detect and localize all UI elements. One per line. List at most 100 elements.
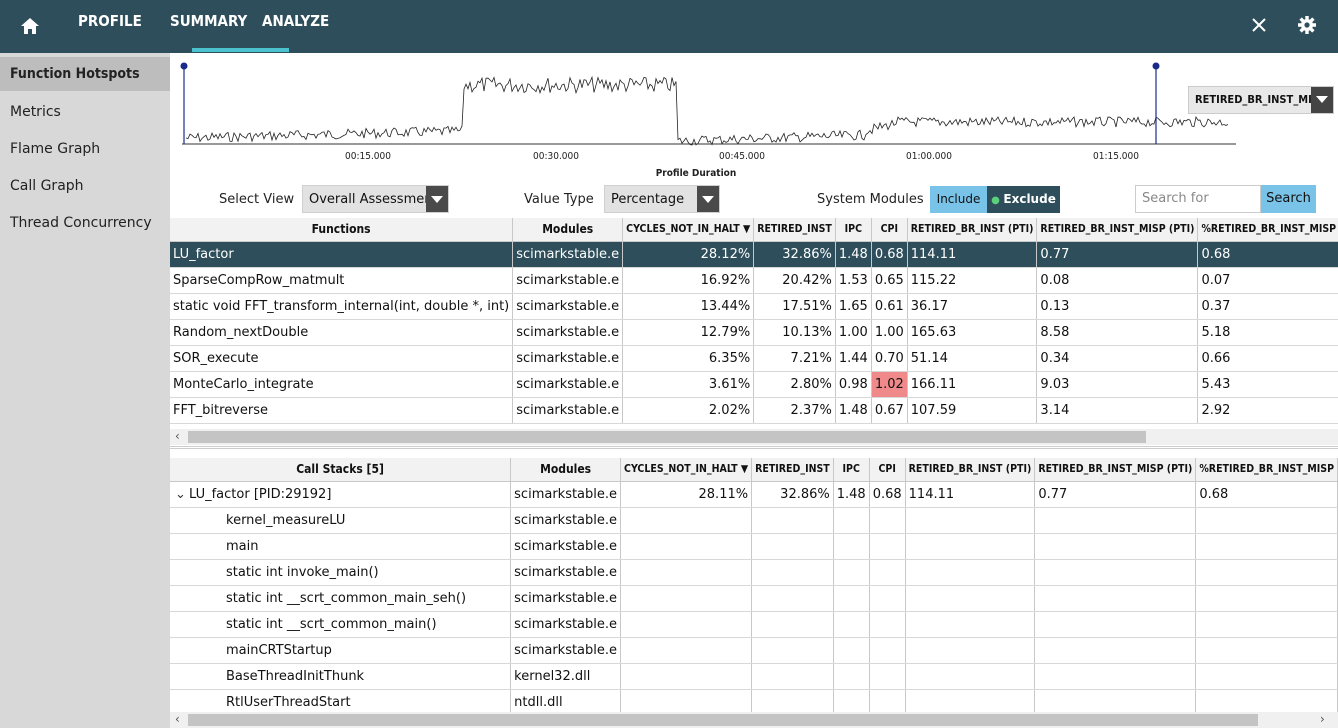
- search-input[interactable]: Search for functio...: [1135, 185, 1261, 232]
- sidebar-item-metrics[interactable]: Metrics: [0, 95, 170, 129]
- scroll-left-icon[interactable]: ‹: [175, 712, 180, 726]
- callstack-row-cell: [1195, 637, 1338, 664]
- tab-summary[interactable]: SUMMARY: [170, 12, 247, 30]
- function-row-cell: 10.13%: [753, 319, 836, 346]
- scroll-left-icon[interactable]: ‹: [175, 429, 180, 443]
- callstack-row-cell: [1195, 533, 1338, 560]
- function-row-cell: 3.14: [1036, 397, 1199, 424]
- function-row-cell: 8.58: [1036, 319, 1199, 346]
- chevron-down-icon[interactable]: [426, 186, 448, 212]
- range-end-handle[interactable]: [1152, 62, 1160, 70]
- callstack-row[interactable]: static int invoke_main() scimarkstable.e: [170, 559, 1338, 586]
- col-header-retired-br-inst-misp[interactable]: RETIRED_BR_INST_MISP (PTI): [1034, 458, 1197, 482]
- col-header-retired-inst[interactable]: RETIRED_INST: [751, 458, 834, 482]
- callstack-row[interactable]: BaseThreadInitThunk kernel32.dll: [170, 663, 1338, 690]
- gear-icon[interactable]: [1296, 14, 1318, 36]
- callstack-row-cell: [833, 663, 870, 690]
- callstack-row[interactable]: static int __scrt_common_main() scimarkst…: [170, 611, 1338, 638]
- active-dot-icon: ●: [991, 195, 1004, 206]
- function-row-cell: 28.12%: [622, 241, 755, 268]
- function-row[interactable]: SOR_execute scimarkstable.e 6.35% 7.21% 1.44…: [170, 345, 1338, 372]
- timeline-tick-label: 00:30.000: [533, 151, 579, 162]
- col-header-retired-br-inst[interactable]: RETIRED_BR_INST (PTI): [907, 218, 1038, 242]
- scroll-right-icon[interactable]: ›: [1320, 712, 1325, 726]
- value-type-dropdown[interactable]: Percentage: [604, 185, 720, 213]
- col-header-cpi[interactable]: CPI: [869, 458, 906, 482]
- col-header-cycles[interactable]: CYCLES_NOT_IN_HALT ▼: [620, 458, 753, 482]
- chevron-down-icon[interactable]: ⌄: [173, 487, 189, 502]
- pane-splitter[interactable]: [170, 446, 1338, 449]
- col-header-retired-inst[interactable]: RETIRED_INST: [753, 218, 836, 242]
- scrollbar-thumb[interactable]: [188, 714, 1258, 726]
- callstacks-horizontal-scrollbar[interactable]: ‹ ›: [170, 712, 1338, 728]
- col-header-call-stacks[interactable]: Call Stacks [5]: [170, 458, 512, 482]
- callstack-frame-name: main: [226, 538, 259, 554]
- callstack-row[interactable]: static int __scrt_common_main_seh() scima…: [170, 585, 1338, 612]
- select-view-dropdown[interactable]: Overall Assessment: [302, 185, 449, 213]
- function-row-cell: 107.59: [907, 397, 1038, 424]
- function-row[interactable]: SparseCompRow_matmult scimarkstable.e 16.9…: [170, 267, 1338, 294]
- scrollbar-thumb[interactable]: [188, 431, 1146, 443]
- function-row-cell: scimarkstable.e: [512, 293, 624, 320]
- callstack-row-cell: [869, 637, 906, 664]
- col-header-retired-br-inst-misp[interactable]: RETIRED_BR_INST_MISP (PTI): [1036, 218, 1199, 242]
- function-row[interactable]: Random_nextDouble scimarkstable.e 12.79% 10…: [170, 319, 1338, 346]
- sidebar-item-call-graph[interactable]: Call Graph: [0, 169, 170, 203]
- metric-dropdown[interactable]: RETIRED_BR_INST_MISP: [1188, 86, 1334, 114]
- function-row[interactable]: LU_factor scimarkstable.e 28.12% 32.86% 1.48…: [170, 241, 1338, 268]
- range-start-handle[interactable]: [180, 62, 188, 70]
- callstack-row-cell: [751, 585, 834, 612]
- function-row-cell: 2.92: [1197, 397, 1338, 424]
- callstack-row-cell: static int invoke_main(): [170, 559, 512, 586]
- col-header-modules[interactable]: Modules: [510, 458, 622, 482]
- functions-horizontal-scrollbar[interactable]: ‹: [170, 429, 1338, 445]
- function-row[interactable]: static void FFT_transform_internal(int, …: [170, 293, 1338, 320]
- function-row-cell: 1.00: [871, 319, 908, 346]
- functions-table: Functions Modules CYCLES_NOT_IN_HALT ▼ R…: [170, 218, 1338, 424]
- col-header-retired-br-inst[interactable]: RETIRED_BR_INST (PTI): [905, 458, 1036, 482]
- callstack-row[interactable]: mainCRTStartup scimarkstable.e: [170, 637, 1338, 664]
- sidebar-item-flame-graph[interactable]: Flame Graph: [0, 132, 170, 166]
- function-row[interactable]: MonteCarlo_integrate scimarkstable.e 3.61%…: [170, 371, 1338, 398]
- include-toggle[interactable]: Include: [930, 186, 987, 213]
- function-row-cell: 7.21%: [753, 345, 836, 372]
- function-row-cell: 3.61%: [622, 371, 755, 398]
- exclude-toggle[interactable]: ● Exclude: [987, 186, 1060, 213]
- home-icon[interactable]: [20, 16, 40, 36]
- search-button[interactable]: Search: [1261, 185, 1316, 213]
- col-header-functions[interactable]: Functions: [170, 218, 514, 242]
- callstack-row-cell: ⌄ LU_factor [PID:29192]: [170, 481, 512, 508]
- function-row-cell: scimarkstable.e: [512, 241, 624, 268]
- close-icon[interactable]: [1248, 14, 1270, 36]
- function-row[interactable]: FFT_bitreverse scimarkstable.e 2.02% 2.37% 1…: [170, 397, 1338, 424]
- callstack-row-cell: [1195, 663, 1338, 690]
- callstack-row-cell: [833, 559, 870, 586]
- timeline-chart[interactable]: 00:15.000 00:30.000 00:45.000 01:00.000 …: [176, 58, 1236, 180]
- callstack-row-cell: mainCRTStartup: [170, 637, 512, 664]
- col-header-ipc[interactable]: IPC: [835, 218, 872, 242]
- function-row-cell: 1.02: [871, 371, 908, 398]
- function-row-cell: 51.14: [907, 345, 1038, 372]
- callstack-row[interactable]: ⌄ LU_factor [PID:29192] scimarkstable.e 28…: [170, 481, 1338, 508]
- col-header-pct-retired-br-inst-misp[interactable]: %RETIRED_BR_INST_MISP: [1197, 218, 1338, 242]
- callstack-row[interactable]: main scimarkstable.e: [170, 533, 1338, 560]
- function-row-cell: 16.92%: [622, 267, 755, 294]
- col-header-pct-retired-br-inst-misp[interactable]: %RETIRED_BR_INST_MISP: [1195, 458, 1338, 482]
- function-row-cell: 166.11: [907, 371, 1038, 398]
- exclude-toggle-label: Exclude: [1003, 192, 1056, 206]
- chevron-down-icon[interactable]: [1311, 87, 1333, 113]
- tab-analyze[interactable]: ANALYZE: [262, 12, 329, 30]
- function-row-cell: static void FFT_transform_internal(int, …: [170, 293, 514, 320]
- col-header-cpi[interactable]: CPI: [871, 218, 908, 242]
- sidebar-item-function-hotspots[interactable]: Function Hotspots: [0, 57, 170, 91]
- sidebar-item-thread-concurrency[interactable]: Thread Concurrency: [0, 206, 170, 240]
- callstack-row[interactable]: kernel_measureLU scimarkstable.e: [170, 507, 1338, 534]
- tab-profile[interactable]: PROFILE: [78, 12, 142, 30]
- col-header-modules[interactable]: Modules: [512, 218, 624, 242]
- chevron-down-icon[interactable]: [697, 186, 719, 212]
- function-row-cell: 17.51%: [753, 293, 836, 320]
- col-header-ipc[interactable]: IPC: [833, 458, 870, 482]
- function-row-cell: 0.37: [1197, 293, 1338, 320]
- callstack-row-cell: [1195, 559, 1338, 586]
- col-header-cycles[interactable]: CYCLES_NOT_IN_HALT ▼: [622, 218, 755, 242]
